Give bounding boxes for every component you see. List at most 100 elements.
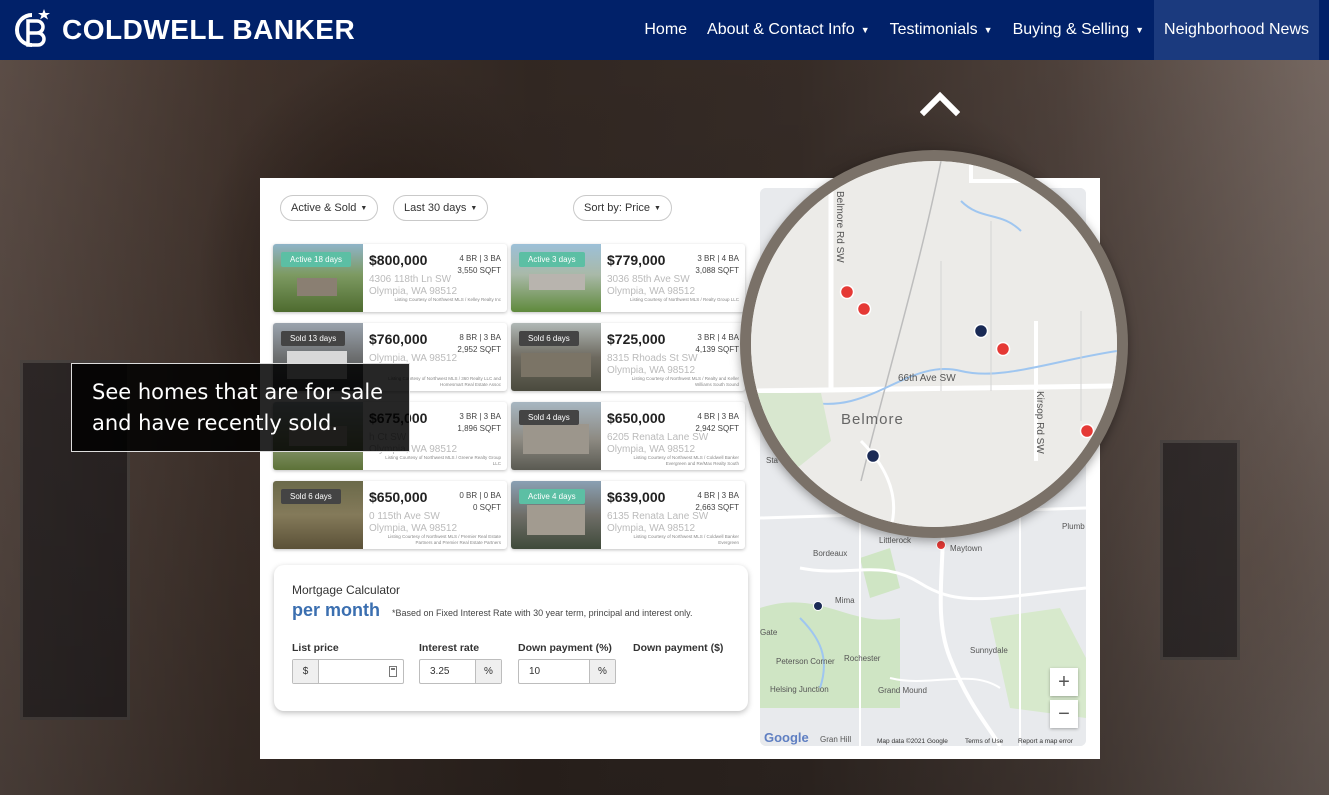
brand-name: COLDWELL BANKER: [62, 14, 356, 45]
beds-baths: 0 BR | 0 BA: [459, 491, 501, 500]
listing-price: $639,000: [607, 489, 666, 505]
listing-courtesy: Listing Courtesy of Northwest MLS / Real…: [629, 297, 739, 302]
caret-down-icon: ▼: [1135, 25, 1145, 35]
listing-price: $800,000: [369, 252, 428, 268]
sort-dropdown[interactable]: Sort by: Price ▼: [573, 195, 672, 221]
map-label: Gate: [760, 628, 778, 637]
status-badge: Sold 4 days: [519, 410, 579, 425]
map-label: Sunnydale: [970, 646, 1008, 655]
down-payment-pct-input[interactable]: 10 %: [518, 659, 616, 684]
status-badge: Sold 6 days: [519, 331, 579, 346]
status-badge: Sold 13 days: [281, 331, 346, 346]
map-label: Littlerock: [879, 536, 912, 545]
map-label: Maytown: [950, 544, 982, 553]
listing-card[interactable]: Sold 6 days $725,000 3 BR | 4 BA 4,139 SQ…: [511, 323, 745, 391]
down-payment-pct-value: 10: [529, 666, 541, 677]
nav-home[interactable]: Home: [634, 0, 697, 60]
listing-address: 8315 Rhoads St SW Olympia, WA 98512: [607, 353, 698, 377]
street: 8315 Rhoads St SW: [607, 353, 698, 364]
sqft: 2,952 SQFT: [457, 345, 501, 354]
caret-down-icon: ▼: [860, 25, 870, 35]
house-shape: [527, 505, 585, 535]
listing-price: $650,000: [607, 410, 666, 426]
nav-menu: Home About & Contact Info ▼ Testimonials ▼…: [634, 0, 1319, 60]
list-price-input[interactable]: $: [292, 659, 404, 684]
beds-baths: 3 BR | 4 BA: [697, 333, 739, 342]
listing-courtesy: Listing Courtesy of Northwest MLS / Gree…: [385, 455, 501, 466]
street: 3036 85th Ave SW: [607, 274, 690, 285]
nav-testimonials-label: Testimonials: [889, 21, 978, 38]
map-data-credit: Map data ©2021 Google: [877, 737, 948, 745]
listing-card[interactable]: Active 4 days $639,000 4 BR | 3 BA 2,663 …: [511, 481, 745, 549]
beds-baths: 4 BR | 3 BA: [697, 491, 739, 500]
nav-about-contact[interactable]: About & Contact Info ▼: [697, 0, 880, 60]
calculator-icon: [389, 660, 403, 683]
filter-status-label: Active & Sold: [291, 202, 357, 214]
sqft: 1,896 SQFT: [457, 424, 501, 433]
nav-neighborhood-news[interactable]: Neighborhood News: [1154, 0, 1319, 60]
nav-home-label: Home: [644, 21, 688, 38]
listing-photo: Sold 6 days: [511, 323, 601, 391]
listing-specs: 3 BR | 4 BA 3,088 SQFT: [695, 253, 739, 277]
map-label: Gran Hill: [820, 735, 851, 744]
status-badge: Sold 6 days: [281, 489, 341, 504]
listing-card[interactable]: Sold 6 days $650,000 0 BR | 0 BA 0 SQFT 0…: [273, 481, 507, 549]
map-label: Plumb: [1062, 522, 1085, 531]
brand[interactable]: COLDWELL BANKER: [10, 7, 355, 53]
sqft: 0 SQFT: [472, 503, 501, 512]
street: 0 115th Ave SW: [369, 511, 440, 522]
list-price-label: List price: [292, 642, 339, 654]
listing-specs: 3 BR | 4 BA 4,139 SQFT: [695, 332, 739, 356]
nav-testimonials[interactable]: Testimonials ▼: [880, 0, 1003, 60]
sort-label: Sort by: Price: [584, 202, 651, 214]
beds-baths: 8 BR | 3 BA: [459, 333, 501, 342]
sqft: 4,139 SQFT: [695, 345, 739, 354]
status-badge: Active 18 days: [281, 252, 352, 267]
road-label: Kirsop Rd SW: [1034, 391, 1045, 454]
house-shape: [523, 424, 589, 454]
caret-down-icon: ▼: [360, 204, 368, 212]
chevron-up-icon[interactable]: [920, 90, 960, 118]
listing-address: 6205 Renata Lane SW Olympia, WA 98512: [607, 432, 708, 456]
listing-photo: Active 4 days: [511, 481, 601, 549]
map-label: Grand Mound: [878, 686, 927, 695]
map-label: Belmore: [841, 411, 904, 428]
listing-card[interactable]: Sold 4 days $650,000 4 BR | 3 BA 2,942 SQ…: [511, 402, 745, 470]
interest-rate-input[interactable]: 3.25 %: [419, 659, 502, 684]
nav-buying-label: Buying & Selling: [1012, 21, 1130, 38]
sqft: 3,550 SQFT: [457, 266, 501, 275]
listing-photo: Active 18 days: [273, 244, 363, 312]
nav-buying-selling[interactable]: Buying & Selling ▼: [1003, 0, 1154, 60]
street: 6135 Renata Lane SW: [607, 511, 709, 522]
filter-period-dropdown[interactable]: Last 30 days ▼: [393, 195, 489, 221]
street: 4306 118th Ln SW: [369, 274, 452, 285]
map-label: Mima: [835, 596, 855, 605]
zoom-out-button[interactable]: −: [1050, 700, 1078, 728]
house-shape: [521, 353, 591, 377]
per-month-label: per month: [292, 600, 380, 620]
background-window: [1160, 440, 1240, 660]
filter-period-label: Last 30 days: [404, 202, 467, 214]
down-payment-amt-label: Down payment ($): [633, 642, 724, 654]
beds-baths: 3 BR | 4 BA: [697, 254, 739, 263]
report-map-error-link[interactable]: Report a map error: [1018, 738, 1074, 745]
listing-courtesy: Listing Courtesy of Northwest MLS / Prem…: [387, 534, 501, 545]
feature-caption: See homes that are for sale and have rec…: [71, 363, 410, 452]
zoom-in-button[interactable]: +: [1050, 668, 1078, 696]
caret-down-icon: ▼: [654, 204, 661, 212]
nav-news-label: Neighborhood News: [1164, 21, 1309, 38]
listing-address: 4306 118th Ln SW Olympia, WA 98512: [369, 274, 457, 298]
nav-about-label: About & Contact Info: [707, 21, 855, 38]
google-logo: Google: [764, 730, 809, 745]
listing-courtesy: Listing Courtesy of Northwest MLS / Cold…: [633, 455, 739, 466]
listing-card[interactable]: Active 3 days $779,000 3 BR | 4 BA 3,088 …: [511, 244, 745, 312]
map-label: Rochester: [844, 654, 881, 663]
map-label: Helsing Junction: [770, 685, 829, 694]
filter-status-dropdown[interactable]: Active & Sold ▼: [280, 195, 379, 221]
mortgage-calculator: Mortgage Calculator per month *Based on …: [274, 565, 748, 711]
listing-card[interactable]: Active 18 days $800,000 4 BR | 3 BA 3,550…: [273, 244, 507, 312]
terms-link[interactable]: Terms of Use: [965, 738, 1004, 745]
road-label: Belmore Rd SW: [834, 191, 845, 263]
sqft: 3,088 SQFT: [695, 266, 739, 275]
mortgage-note: *Based on Fixed Interest Rate with 30 ye…: [392, 608, 693, 618]
